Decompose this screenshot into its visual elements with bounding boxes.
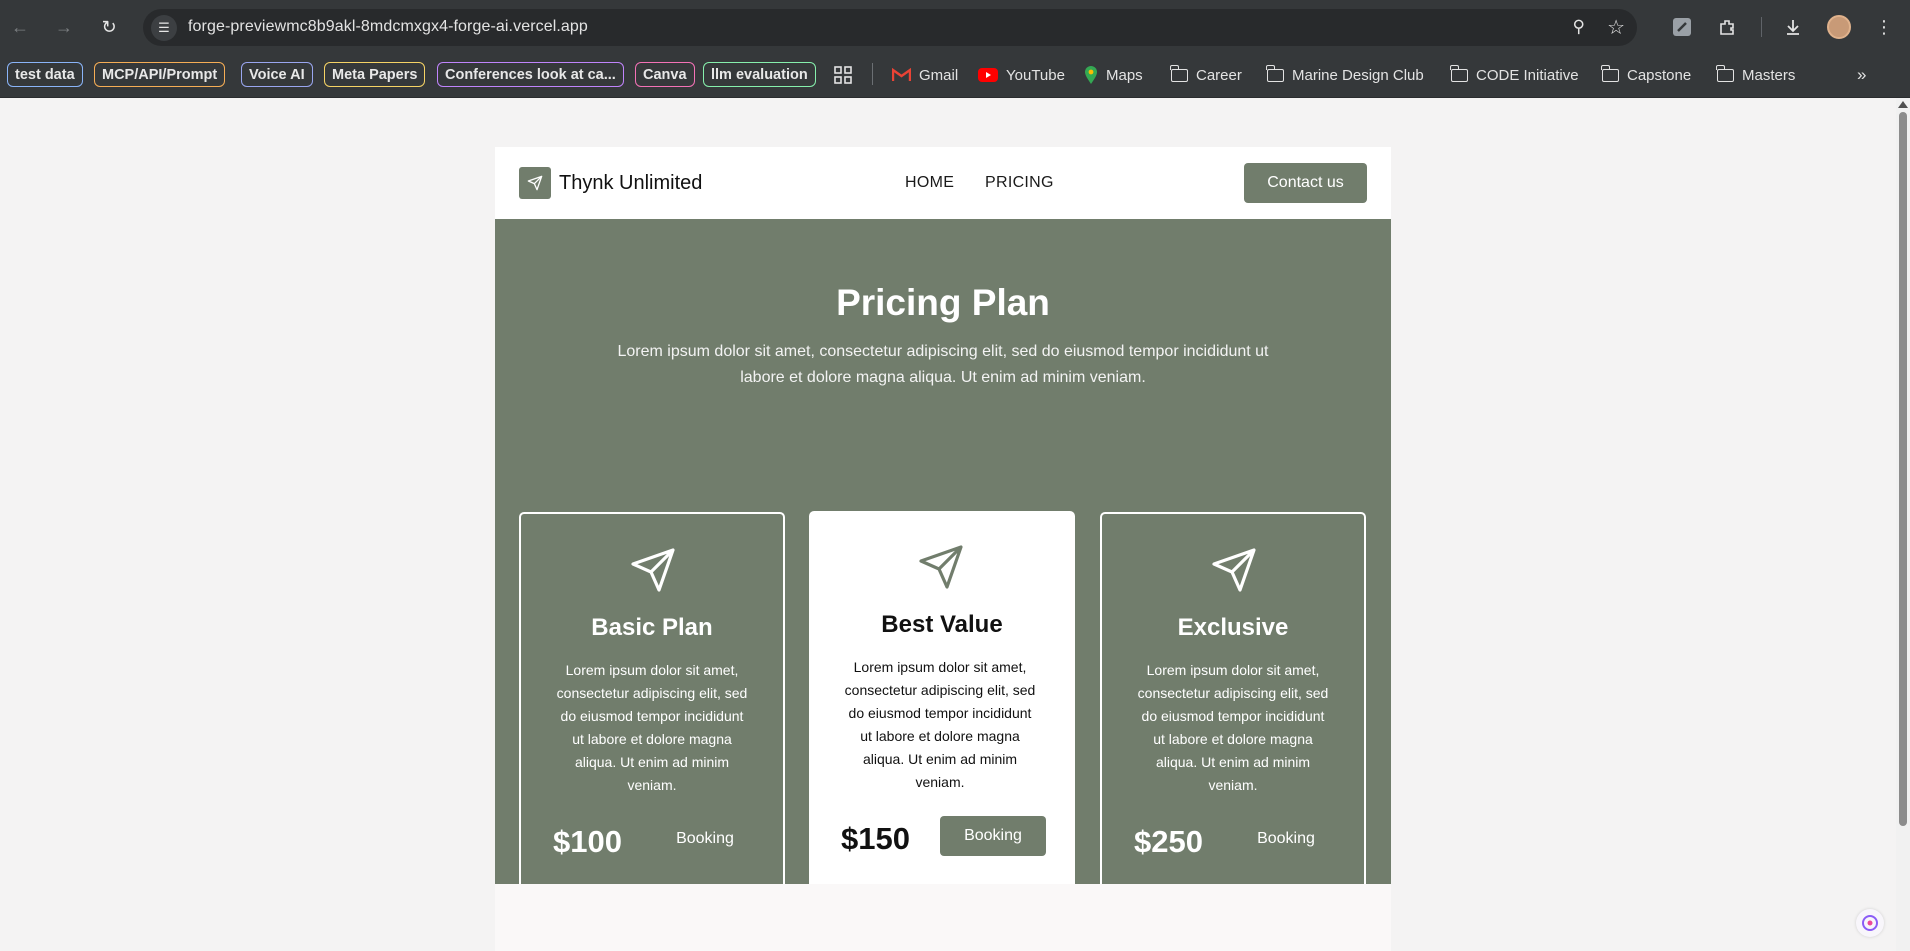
section-title: Pricing Plan xyxy=(836,282,1050,323)
bookmarks-bar: test data MCP/API/Prompt Voice AI Meta P… xyxy=(0,55,1910,98)
bookmark-chip-label: Meta Papers xyxy=(332,66,418,83)
folder-icon xyxy=(1266,64,1284,82)
folder-icon xyxy=(1450,64,1468,82)
plan-description: Lorem ipsum dolor sit amet, consectetur … xyxy=(844,659,1036,790)
logo[interactable] xyxy=(519,167,551,199)
plan-price: $150 xyxy=(841,821,910,856)
bookmark-label: Marine Design Club xyxy=(1292,66,1424,84)
bookmark-label: Maps xyxy=(1106,66,1143,84)
download-icon[interactable] xyxy=(1778,12,1808,42)
bookmark-chip[interactable]: MCP/API/Prompt xyxy=(94,62,226,87)
browser-toolbar: ← → ↻ ☰ forge-previewmc8b9akl-8mdcmxgx4-… xyxy=(0,0,1910,55)
plan-name: Basic Plan xyxy=(591,614,713,641)
plan-price: $250 xyxy=(1134,824,1203,859)
plan-card-exclusive: Exclusive Lorem ipsum dolor sit amet, co… xyxy=(1100,512,1366,893)
toolbar-divider xyxy=(1761,17,1762,37)
bookmark-folder-marine-design-club[interactable]: Marine Design Club xyxy=(1266,64,1424,86)
paper-plane-icon xyxy=(527,175,543,191)
scrollbar-thumb[interactable] xyxy=(1899,112,1907,826)
booking-button[interactable]: Booking xyxy=(1233,819,1339,859)
paper-plane-icon xyxy=(1212,548,1256,592)
puzzle-extensions-icon[interactable] xyxy=(1713,12,1743,42)
contact-us-button[interactable]: Contact us xyxy=(1244,163,1367,203)
bookmark-chip[interactable]: Conferences look at ca... xyxy=(437,62,624,87)
brand-name[interactable]: Thynk Unlimited xyxy=(559,172,702,195)
pricing-section: Pricing Plan Lorem ipsum dolor sit amet,… xyxy=(495,219,1391,893)
plan-price: $100 xyxy=(553,824,622,859)
folder-icon xyxy=(1170,64,1188,82)
address-bar[interactable]: ☰ forge-previewmc8b9akl-8mdcmxgx4-forge-… xyxy=(143,9,1637,46)
back-button[interactable]: ← xyxy=(5,12,35,42)
bookmark-chip[interactable]: Canva xyxy=(635,62,695,87)
bookmark-star-icon[interactable]: ☆ xyxy=(1607,15,1625,40)
bookmark-folder-masters[interactable]: Masters xyxy=(1716,64,1796,86)
nav-home[interactable]: HOME xyxy=(905,174,954,192)
gmail-icon xyxy=(892,68,911,81)
bookmark-chip-label: Voice AI xyxy=(249,66,305,83)
youtube-icon xyxy=(978,68,998,82)
bookmark-chip[interactable]: Voice AI xyxy=(241,62,313,87)
plan-name: Best Value xyxy=(881,611,1003,638)
reload-button[interactable]: ↻ xyxy=(94,12,124,42)
booking-button[interactable]: Booking xyxy=(652,819,758,859)
bookmark-label: Gmail xyxy=(919,66,959,84)
bookmark-chip-label: Conferences look at ca... xyxy=(445,66,616,83)
plan-description: Lorem ipsum dolor sit amet, consectetur … xyxy=(1137,662,1329,793)
apps-grid-icon[interactable] xyxy=(834,64,852,86)
bookmark-chip[interactable]: llm evaluation xyxy=(703,62,816,87)
forward-button[interactable]: → xyxy=(49,12,79,42)
bookmark-label: Career xyxy=(1196,66,1242,84)
url-text[interactable]: forge-previewmc8b9akl-8mdcmxgx4-forge-ai… xyxy=(188,18,588,36)
bookmark-label: YouTube xyxy=(1006,66,1065,84)
bookmark-chip-label: MCP/API/Prompt xyxy=(102,66,218,83)
assistant-badge-icon[interactable] xyxy=(1856,909,1884,937)
bookmark-folder-capstone[interactable]: Capstone xyxy=(1601,64,1692,86)
booking-button[interactable]: Booking xyxy=(940,816,1046,856)
bookmark-maps[interactable]: Maps xyxy=(1084,64,1143,86)
more-bookmarks-icon[interactable]: » xyxy=(1857,64,1866,86)
bookmark-label: Capstone xyxy=(1627,66,1692,84)
bookmark-gmail[interactable]: Gmail xyxy=(892,64,958,86)
bookmark-youtube[interactable]: YouTube xyxy=(978,64,1065,86)
bookmark-label: Masters xyxy=(1742,66,1796,84)
paper-plane-icon xyxy=(631,548,675,592)
folder-icon xyxy=(1716,64,1734,82)
bookmark-chip-label: Canva xyxy=(643,66,687,83)
zoom-icon[interactable]: ⚲ xyxy=(1573,17,1585,37)
plan-card-basic: Basic Plan Lorem ipsum dolor sit amet, c… xyxy=(519,512,785,893)
maps-icon xyxy=(1085,66,1097,84)
bookmark-chip-label: test data xyxy=(15,66,75,83)
site-info-icon[interactable]: ☰ xyxy=(151,15,177,41)
site-header: Thynk Unlimited HOME PRICING Contact us xyxy=(495,147,1391,219)
bookmark-folder-code-initiative[interactable]: CODE Initiative xyxy=(1450,64,1579,86)
bookmark-chip[interactable]: Meta Papers xyxy=(324,62,426,87)
plan-description: Lorem ipsum dolor sit amet, consectetur … xyxy=(556,662,748,793)
website: Thynk Unlimited HOME PRICING Contact us … xyxy=(495,147,1391,893)
plan-name: Exclusive xyxy=(1177,614,1289,641)
bookmark-divider xyxy=(872,63,873,85)
plan-card-best-value: Best Value Lorem ipsum dolor sit amet, c… xyxy=(809,511,1075,893)
folder-icon xyxy=(1601,64,1619,82)
bookmark-chip-label: llm evaluation xyxy=(711,66,808,83)
paper-plane-icon xyxy=(919,545,963,589)
section-description: Lorem ipsum dolor sit amet, consectetur … xyxy=(617,343,1269,386)
scroll-up-arrow-icon[interactable] xyxy=(1898,101,1908,108)
profile-avatar[interactable] xyxy=(1827,15,1851,39)
extension-icon[interactable] xyxy=(1667,12,1697,42)
bookmark-label: CODE Initiative xyxy=(1476,66,1579,84)
next-section xyxy=(495,884,1391,951)
bookmark-folder-career[interactable]: Career xyxy=(1170,64,1242,86)
bookmark-chip[interactable]: test data xyxy=(7,62,83,87)
nav-pricing[interactable]: PRICING xyxy=(985,174,1054,192)
browser-menu-icon[interactable]: ⋮ xyxy=(1869,12,1899,42)
